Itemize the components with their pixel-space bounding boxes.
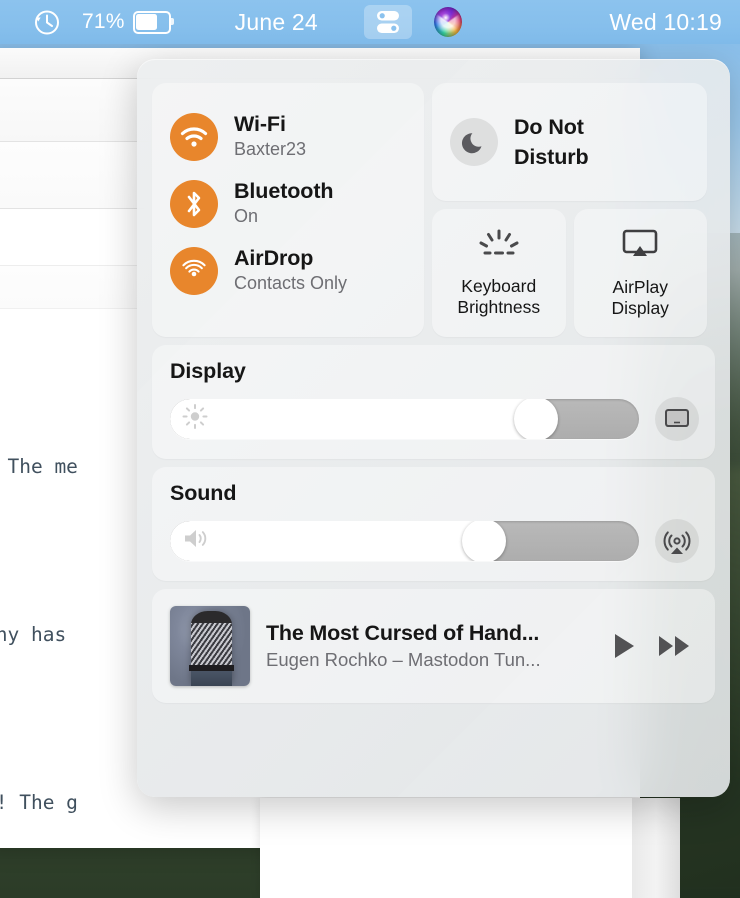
menubar-battery[interactable]: 71% — [72, 5, 181, 39]
display-slider-fill — [170, 399, 536, 439]
menubar-time-machine[interactable] — [22, 5, 72, 39]
now-playing-texts: The Most Cursed of Hand... Eugen Rochko … — [266, 621, 595, 671]
time-machine-icon — [35, 10, 59, 35]
moon-icon — [450, 118, 498, 166]
album-artwork — [170, 606, 250, 686]
wifi-status: Baxter23 — [234, 139, 307, 159]
sound-slider-row — [170, 519, 699, 563]
battery-icon — [132, 10, 174, 34]
menubar-date[interactable]: June 24 — [225, 5, 328, 39]
display-section-title: Display — [170, 359, 246, 383]
sound-slider-thumb[interactable] — [462, 521, 507, 561]
bluetooth-icon — [170, 179, 218, 228]
battery-percent-label: 71% — [82, 10, 125, 33]
display-slider-thumb[interactable] — [513, 399, 558, 439]
screen-mirroring-button[interactable] — [655, 397, 699, 441]
sound-volume-slider[interactable] — [170, 521, 639, 561]
wifi-icon — [170, 112, 218, 161]
siri-icon — [433, 7, 462, 37]
menubar-siri-button[interactable] — [424, 5, 472, 39]
toggle-airdrop[interactable]: AirDrop Contacts Only — [152, 237, 424, 304]
airplay-audio-icon — [663, 531, 691, 554]
sound-section-title: Sound — [170, 481, 237, 505]
wifi-title: Wi-Fi — [234, 112, 286, 136]
volume-icon — [182, 527, 210, 556]
screen-mirroring-icon — [665, 409, 689, 427]
airdrop-status: Contacts Only — [234, 273, 348, 293]
airplay-display-icon — [621, 228, 659, 265]
dnd-label-line2: Disturb — [514, 145, 589, 169]
brightness-icon — [182, 404, 208, 435]
control-center-right-column: Do Not Disturb Keyboard Brightness AirPl… — [432, 83, 707, 337]
play-icon — [615, 634, 634, 658]
keyboard-brightness-label-line1: Keyboard — [461, 275, 537, 296]
airdrop-icon — [170, 246, 218, 295]
bluetooth-title: Bluetooth — [234, 179, 334, 203]
display-slider-row — [170, 397, 699, 441]
display-brightness-slider[interactable] — [170, 399, 639, 439]
airplay-audio-button[interactable] — [655, 519, 699, 563]
keyboard-brightness-tile[interactable]: Keyboard Brightness — [432, 209, 566, 337]
airplay-display-tile[interactable]: AirPlay Display — [573, 209, 707, 337]
sound-section: Sound — [152, 467, 715, 581]
now-playing-controls — [611, 631, 697, 661]
control-center-small-tiles: Keyboard Brightness AirPlay Display — [432, 209, 707, 337]
airplay-display-label-line1: AirPlay — [612, 276, 668, 297]
menu-bar: 71% June 24 Wed 10:19 — [0, 0, 740, 44]
background-window-lower[interactable] — [260, 798, 640, 898]
screen: . The me phy has e! The g he icons ople … — [0, 0, 740, 898]
control-center-icon — [376, 11, 399, 33]
menubar-control-center-button[interactable] — [363, 5, 412, 39]
toggle-bluetooth[interactable]: Bluetooth On — [152, 170, 424, 237]
toggle-wifi[interactable]: Wi-Fi Baxter23 — [152, 103, 424, 170]
menubar-clock-label: Wed 10:19 — [609, 8, 722, 35]
keyboard-brightness-label-line2: Brightness — [457, 296, 541, 317]
connectivity-tile: Wi-Fi Baxter23 Bluetooth On AirDrop Cont… — [152, 83, 424, 337]
control-center-panel: Wi-Fi Baxter23 Bluetooth On AirDrop Cont… — [137, 59, 730, 797]
control-center-top-row: Wi-Fi Baxter23 Bluetooth On AirDrop Cont… — [152, 83, 715, 337]
dnd-label-line1: Do Not — [514, 115, 584, 139]
now-playing-section: The Most Cursed of Hand... Eugen Rochko … — [152, 589, 715, 703]
do-not-disturb-tile[interactable]: Do Not Disturb — [432, 83, 707, 201]
play-button[interactable] — [611, 631, 637, 661]
background-window-lower-right[interactable] — [632, 798, 680, 898]
airplay-display-label-line2: Display — [611, 297, 669, 318]
now-playing-title: The Most Cursed of Hand... — [266, 621, 540, 645]
display-section: Display — [152, 345, 715, 459]
bluetooth-status: On — [234, 206, 259, 226]
fast-forward-icon — [659, 636, 689, 656]
menubar-clock[interactable]: Wed 10:19 — [599, 5, 726, 39]
airdrop-title: AirDrop — [234, 246, 314, 270]
menubar-date-label: June 24 — [234, 8, 318, 35]
sound-slider-fill — [170, 521, 485, 561]
now-playing-subtitle: Eugen Rochko – Mastodon Tun... — [266, 649, 541, 670]
fast-forward-button[interactable] — [657, 632, 693, 660]
keyboard-brightness-icon — [477, 229, 521, 264]
